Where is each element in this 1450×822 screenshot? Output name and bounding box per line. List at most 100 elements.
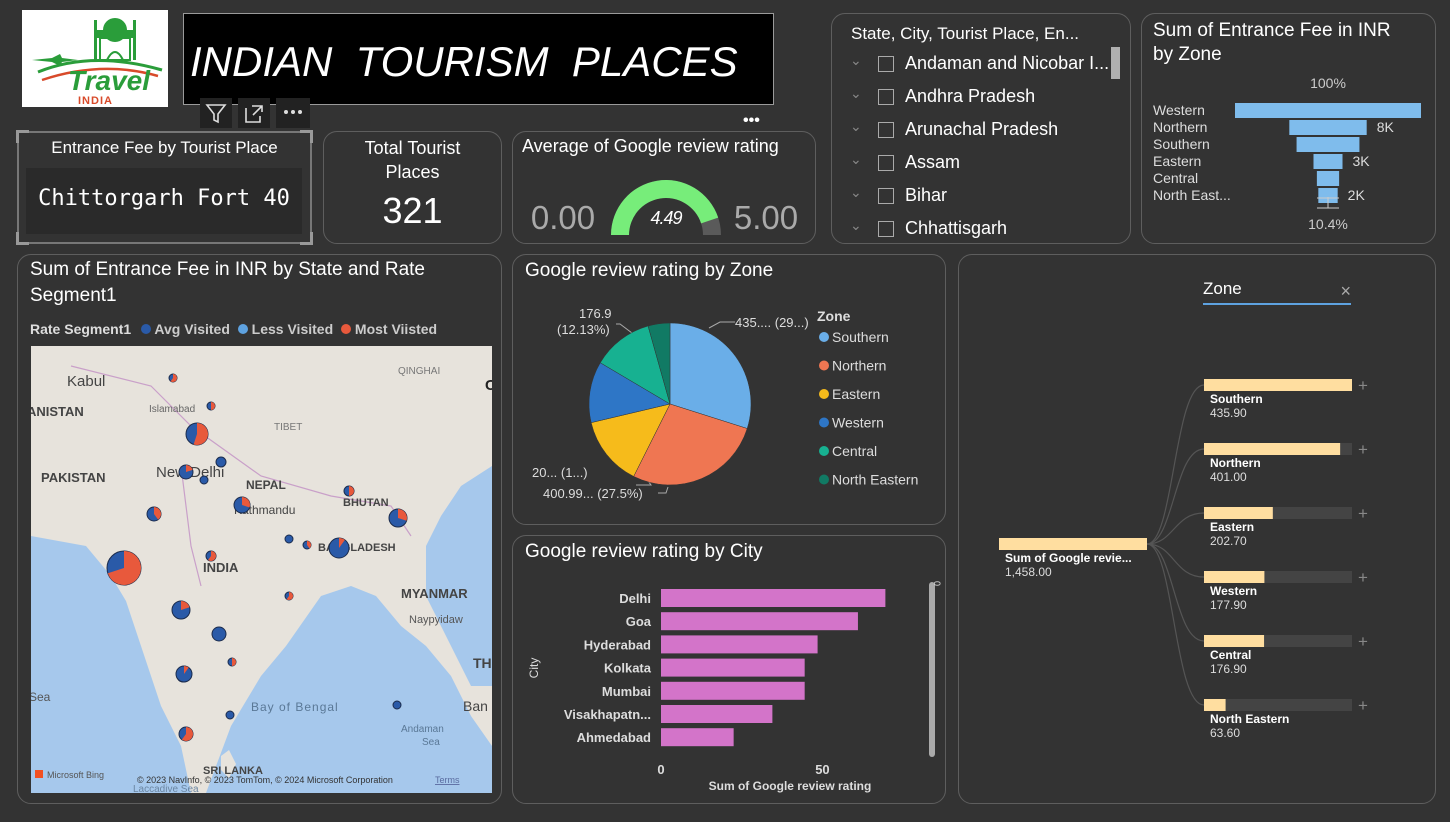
filter-icon[interactable] [200,98,232,128]
node-bar[interactable] [1204,699,1226,711]
chevron-down-icon[interactable]: ⌄ [850,184,862,201]
chevron-down-icon[interactable]: ⌄ [850,52,862,69]
pie-chart[interactable]: 435.... (29...) 176.9 (12.13%) 20... (1.… [513,255,947,526]
resize-handle[interactable] [300,232,313,245]
map-label: NEPAL [246,478,286,492]
legend-item[interactable]: Western [832,415,884,431]
tree-connector [1146,543,1205,642]
slicer-item[interactable]: ⌄ Bihar [832,184,1112,212]
legend-title: Rate Segment1 [30,321,132,337]
checkbox[interactable] [878,122,894,138]
checkbox[interactable] [878,155,894,171]
map-bubble[interactable] [199,475,209,485]
funnel-bar[interactable] [1235,103,1421,118]
expand-icon[interactable]: + [1358,504,1368,523]
pie-panel[interactable]: Google review rating by Zone 435.... (29… [512,254,946,525]
bar-scrollbar [929,582,935,757]
legend-item[interactable]: Northern [832,358,886,374]
node-bar[interactable] [1204,379,1352,391]
node-bar[interactable] [1204,443,1341,455]
expand-icon[interactable]: + [1358,376,1368,395]
slicer-item[interactable]: ⌄ Andhra Pradesh [832,85,1112,113]
bar[interactable] [661,589,886,607]
chevron-down-icon[interactable]: ⌄ [850,118,862,135]
resize-handle[interactable] [16,232,29,245]
node-label: North Eastern [1210,712,1289,726]
map-bubble[interactable] [225,710,235,720]
legend-item[interactable]: North Eastern [832,472,918,488]
decomposition-tree[interactable]: Sum of Google revie... 1,458.00 Southern… [959,255,1437,805]
bar[interactable] [661,612,858,631]
slicer-item-label: Bihar [905,185,948,205]
legend-item[interactable]: Southern [832,329,889,345]
more-options-icon[interactable] [276,98,310,128]
slicer-item[interactable]: ⌄ Arunachal Pradesh [832,118,1112,146]
funnel-bar[interactable] [1296,137,1360,152]
resize-handle[interactable] [300,130,313,143]
bar-panel[interactable]: Google review rating by City City Sum of… [512,535,946,804]
node-bar[interactable] [1204,507,1273,519]
legend-item[interactable]: Central [832,443,877,459]
funnel-panel[interactable]: Sum of Entrance Fee in INR by Zone 100% … [1141,13,1436,244]
expand-icon[interactable]: + [1358,440,1368,459]
header-banner: INDIAN TOURISM PLACES [183,13,774,105]
chevron-down-icon[interactable]: ⌄ [850,151,862,168]
bar-chart[interactable]: City Sum of Google review rating 0 Delhi… [513,536,947,805]
checkbox[interactable] [878,188,894,204]
map-title-line2: Segment1 [30,285,117,306]
resize-handle[interactable] [16,130,29,143]
bar[interactable] [661,728,734,747]
funnel-bar[interactable] [1316,171,1340,186]
bar[interactable] [661,705,773,723]
state-slicer[interactable]: State, City, Tourist Place, En... ⌄ Andam… [831,13,1131,244]
legend-item[interactable]: Eastern [832,386,880,402]
expand-icon[interactable]: + [1358,696,1368,715]
card-value: Chittorgarh Fort 40 [38,186,290,211]
india-map[interactable]: Kabul Islamabad ANISTAN PAKISTAN QINGHAI… [31,346,492,793]
gauge-value: 4.49 [650,208,682,228]
funnel-category-label: Western [1153,102,1205,118]
legend-item[interactable]: Most Viisted [355,321,437,337]
bar[interactable] [661,681,805,700]
node-bar[interactable] [1204,635,1265,647]
node-value: 202.70 [1210,534,1247,548]
checkbox[interactable] [878,56,894,72]
tree-connector [1146,384,1205,545]
total-places-card[interactable]: Total Tourist Places 321 [323,131,502,244]
chevron-down-icon[interactable]: ⌄ [850,217,862,234]
map-legend: Rate Segment1 Avg Visited Less Visited M… [30,321,437,337]
entrance-fee-card[interactable]: Entrance Fee by Tourist Place Chittorgar… [16,130,313,245]
node-value: 63.60 [1210,726,1240,740]
focus-mode-icon[interactable] [238,98,270,128]
node-bar[interactable] [1204,571,1265,583]
bing-logo-icon [35,770,43,778]
bar[interactable] [661,635,818,654]
map-bubble[interactable] [211,626,227,642]
more-options-icon[interactable]: ••• [743,112,760,130]
slicer-item[interactable]: ⌄ Chhattisgarh [832,217,1112,238]
bar[interactable] [661,658,805,677]
x-axis-title: Sum of Google review rating [709,779,872,793]
root-bar [999,538,1147,550]
map-bubble[interactable] [284,534,294,544]
expand-icon[interactable]: + [1358,632,1368,651]
map-bubble[interactable] [215,456,227,468]
chevron-down-icon[interactable]: ⌄ [850,85,862,102]
decomp-panel[interactable]: Zone × Sum of Google revie... 1,458.00 S… [958,254,1436,804]
bar-category-label: Mumbai [602,684,651,699]
map-bubble[interactable] [392,700,402,710]
funnel-bar[interactable] [1313,154,1343,169]
travel-india-logo: Travel INDIA [32,18,163,107]
bar-category-label: Ahmedabad [577,730,651,745]
slicer-item[interactable]: ⌄ Assam [832,151,1112,179]
slicer-scrollbar[interactable] [1111,47,1120,79]
map-panel[interactable]: Sum of Entrance Fee in INR by State and … [17,254,502,804]
expand-icon[interactable]: + [1358,568,1368,587]
legend-item[interactable]: Avg Visited [154,321,229,337]
gauge-panel[interactable]: Average of Google review rating ••• 4.49… [512,112,816,244]
funnel-bar[interactable] [1289,120,1367,135]
checkbox[interactable] [878,89,894,105]
legend-item[interactable]: Less Visited [252,321,333,337]
slicer-item[interactable]: ⌄ Andaman and Nicobar I... [832,52,1112,80]
checkbox[interactable] [878,221,894,237]
